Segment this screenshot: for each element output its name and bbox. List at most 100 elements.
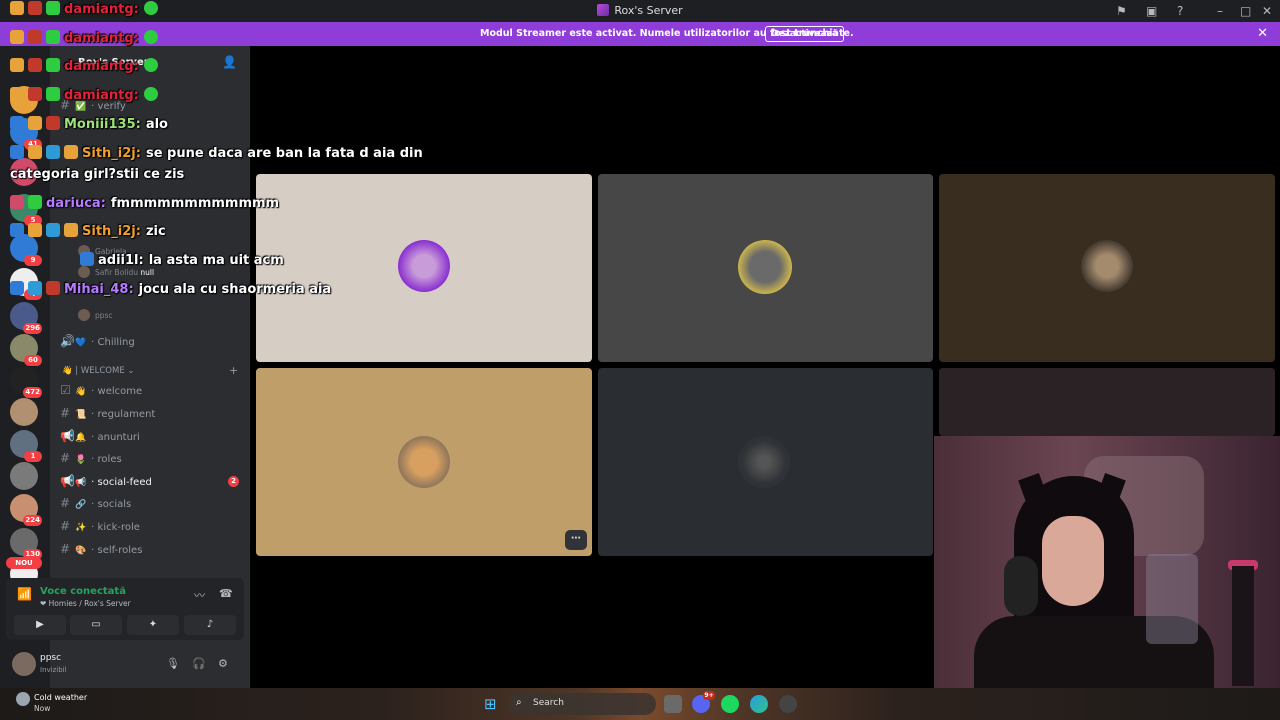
server-icon[interactable]: 296 <box>10 302 42 334</box>
channel-emoji: 💙 <box>75 338 87 348</box>
microphone-icon[interactable]: 🎙 <box>166 657 180 670</box>
close-icon[interactable]: ✕ <box>1257 26 1268 41</box>
soundboard-button[interactable]: ♪ <box>184 615 236 635</box>
participant-tile[interactable] <box>939 174 1275 362</box>
file-explorer-icon[interactable] <box>664 695 682 713</box>
windows-taskbar: Cold weather Now ⊞ ⌕ Search 9+ <box>0 688 1280 720</box>
soundboard-icon: ♪ <box>206 619 214 630</box>
channel-regulament[interactable]: # 📜 · regulament <box>60 404 155 422</box>
server-icon[interactable]: 472 <box>10 366 42 398</box>
discord-icon[interactable]: 9+ <box>692 691 715 713</box>
add-member-icon[interactable]: 👤 <box>222 55 237 69</box>
category-welcome[interactable]: 👋 | WELCOME ⌄ <box>62 366 135 376</box>
weather-sub: Now <box>34 704 51 713</box>
server-icon[interactable] <box>10 158 38 186</box>
spotify-icon[interactable] <box>721 695 739 713</box>
noise-suppression-icon[interactable]: 〰 <box>194 587 205 603</box>
channel-emoji: ✨ <box>75 523 87 533</box>
start-button[interactable]: ⊞ <box>484 696 497 712</box>
channel-emoji: 👋 <box>75 387 87 397</box>
weather-title[interactable]: Cold weather <box>34 693 87 702</box>
user-panel: ppsc Invizibil 🎙 🎧 ⚙ <box>6 646 244 682</box>
participant-tile[interactable] <box>256 174 592 362</box>
maximize-icon[interactable]: □ <box>1240 4 1251 18</box>
channel-emoji: ✅ <box>75 102 87 112</box>
new-badge: NOU <box>6 557 42 569</box>
streamer-mode-banner: Modul Streamer este activat. Numele util… <box>0 22 1280 46</box>
obs-icon[interactable] <box>779 695 797 713</box>
channel-emoji: 🔗 <box>75 500 87 510</box>
window-title: Rox's Server <box>614 4 683 17</box>
server-icon[interactable] <box>10 398 38 426</box>
server-icon[interactable]: 60 <box>10 334 42 366</box>
voice-channel-chilling[interactable]: 🔊💙 · Chilling <box>60 332 135 350</box>
minimize-icon[interactable]: – <box>1217 4 1223 18</box>
user-name[interactable]: ppsc <box>40 653 61 663</box>
channel-social-feed[interactable]: 📢📢 · social-feed <box>60 472 152 490</box>
participant-tile[interactable] <box>598 174 933 362</box>
signal-icon[interactable]: 📶 <box>17 587 32 601</box>
search-label: Search <box>533 698 564 708</box>
avatar <box>78 266 90 278</box>
channel-self-roles[interactable]: # 🎨 · self-roles <box>60 540 142 558</box>
edge-icon[interactable] <box>750 695 768 713</box>
headphones-icon[interactable]: 🎧 <box>192 657 206 670</box>
channel-label: · kick-role <box>88 522 140 533</box>
server-icon[interactable]: 130 <box>10 528 42 560</box>
server-icon[interactable]: 41 <box>10 118 42 150</box>
mention-badge: 41 <box>24 139 42 150</box>
channel-anunturi[interactable]: 📢🔔 · anunturi <box>60 427 140 445</box>
server-icon[interactable] <box>10 86 38 114</box>
channel-welcome[interactable]: ☑ 👋 · welcome <box>60 381 142 399</box>
more-options-button[interactable]: ⋯ <box>565 530 587 550</box>
server-icon[interactable]: 9 <box>10 234 42 266</box>
activities-icon: ✦ <box>148 619 158 630</box>
participant-tile[interactable] <box>256 368 592 556</box>
voice-user[interactable]: Gabriela <box>78 245 127 257</box>
disable-streamer-button[interactable]: Dezactivează <box>765 26 844 42</box>
server-name[interactable]: Rox's Server <box>78 57 149 68</box>
weather-icon[interactable] <box>16 692 30 706</box>
disconnect-icon[interactable]: ☎ <box>219 587 233 600</box>
participant-tile[interactable] <box>939 368 1275 436</box>
channel-verify[interactable]: # ✅ · verify <box>60 96 126 114</box>
settings-icon[interactable]: ⚙ <box>218 657 228 670</box>
avatar[interactable] <box>12 652 36 676</box>
screenshare-button[interactable]: ▭ <box>70 615 122 635</box>
channel-kick-role[interactable]: # ✨ · kick-role <box>60 517 140 535</box>
participant-tile[interactable] <box>598 368 933 556</box>
taskbar-search[interactable]: ⌕ Search <box>508 693 656 715</box>
channel-label: · welcome <box>88 386 143 397</box>
flag-icon[interactable]: ⚑ <box>1116 4 1127 18</box>
server-icon[interactable]: 4 <box>10 268 42 300</box>
server-icon[interactable]: 1 <box>10 430 42 462</box>
activities-button[interactable]: ✦ <box>127 615 179 635</box>
unread-badge: 2 <box>228 476 239 487</box>
close-icon[interactable]: ✕ <box>1262 4 1272 18</box>
channel-emoji: 🎨 <box>75 546 87 556</box>
server-icon[interactable]: 224 <box>10 494 42 526</box>
hash-icon: # <box>60 451 71 465</box>
inbox-icon[interactable]: ▣ <box>1146 4 1157 18</box>
voice-user[interactable]: Safir Bolidu null <box>78 266 154 278</box>
help-icon[interactable]: ? <box>1177 4 1183 18</box>
avatar <box>738 436 790 488</box>
server-icon[interactable]: 5 <box>10 194 42 226</box>
screenshare-icon: ▭ <box>91 619 101 630</box>
server-icon[interactable] <box>10 462 38 490</box>
channel-socials[interactable]: # 🔗 · socials <box>60 494 131 512</box>
channel-roles[interactable]: # 🌷 · roles <box>60 449 122 467</box>
channel-label: · roles <box>88 454 122 465</box>
channel-label: · regulament <box>88 409 156 420</box>
add-channel-icon[interactable]: + <box>229 364 238 377</box>
title-bar: Rox's Server ⚑ ▣ ? – □ ✕ <box>0 0 1280 22</box>
channel-label: Chilling <box>97 337 135 348</box>
channel-label: · social-feed <box>88 477 152 488</box>
voice-status[interactable]: Voce conectată <box>40 586 126 597</box>
discord-badge: 9+ <box>703 691 715 700</box>
voice-location[interactable]: ❤ Homies / Rox's Server <box>40 599 131 608</box>
avatar <box>1081 240 1133 292</box>
video-button[interactable]: ▶ <box>14 615 66 635</box>
voice-user[interactable]: ppsc <box>78 309 113 321</box>
server-icon <box>597 4 610 16</box>
